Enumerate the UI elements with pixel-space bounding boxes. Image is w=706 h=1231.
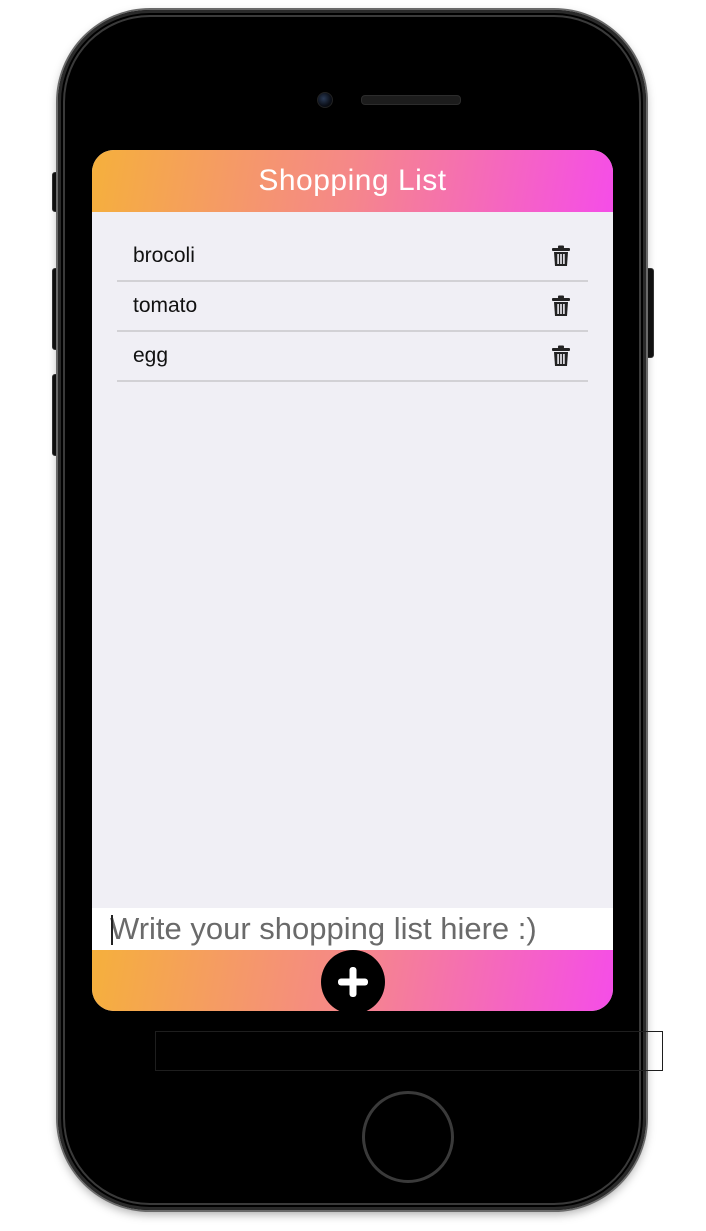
front-camera bbox=[317, 92, 333, 108]
shopping-item-input[interactable] bbox=[92, 908, 613, 950]
list-item-label: brocoli bbox=[133, 244, 195, 267]
input-bar bbox=[92, 908, 613, 950]
list-item: brocoli bbox=[117, 232, 588, 282]
plus-icon bbox=[338, 967, 368, 997]
power-button bbox=[645, 268, 654, 358]
bottom-bezel-strip bbox=[155, 1031, 663, 1071]
list-item-label: tomato bbox=[133, 294, 198, 317]
list-item-label: egg bbox=[133, 344, 169, 367]
trash-icon[interactable] bbox=[551, 245, 571, 267]
add-item-button[interactable] bbox=[321, 950, 385, 1011]
device-mockup: Shopping List brocoli tomato egg Write y… bbox=[0, 0, 706, 1231]
earpiece-speaker bbox=[361, 95, 461, 105]
shopping-list: brocoli tomato egg bbox=[117, 232, 588, 382]
list-item: egg bbox=[117, 332, 588, 382]
app-header: Shopping List bbox=[92, 150, 613, 212]
app-title: Shopping List bbox=[258, 164, 447, 197]
text-caret bbox=[111, 915, 113, 945]
app-screen: Shopping List brocoli tomato egg Write y… bbox=[92, 150, 613, 1011]
home-button[interactable] bbox=[362, 1091, 454, 1183]
trash-icon[interactable] bbox=[551, 345, 571, 367]
list-item: tomato bbox=[117, 282, 588, 332]
trash-icon[interactable] bbox=[551, 295, 571, 317]
app-footer bbox=[92, 950, 613, 1011]
